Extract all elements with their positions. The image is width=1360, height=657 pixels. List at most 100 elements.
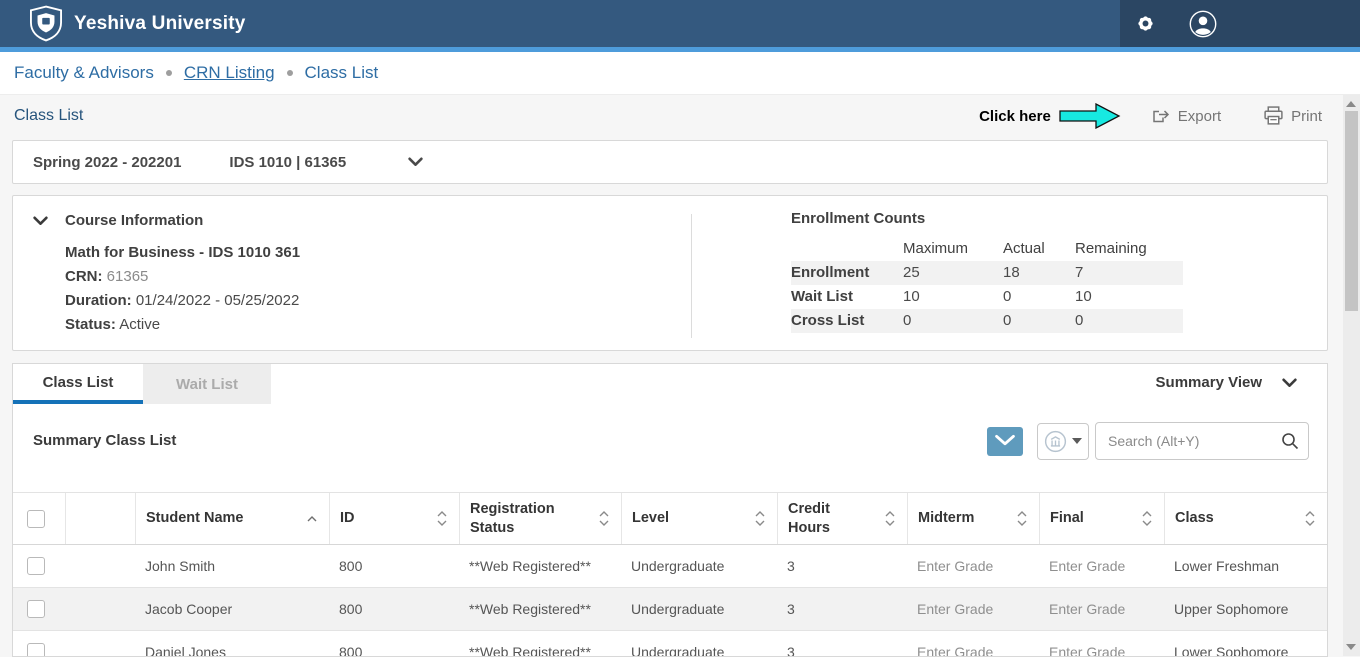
university-shield-logo-icon [30, 5, 62, 42]
row-checkbox[interactable] [27, 643, 45, 657]
column-level[interactable]: Level [621, 493, 777, 544]
settings-gear-icon[interactable] [1130, 9, 1160, 39]
cell-final-enter-grade[interactable]: Enter Grade [1039, 631, 1164, 657]
search-icon[interactable] [1281, 432, 1299, 455]
column-midterm[interactable]: Midterm [907, 493, 1039, 544]
course-information-title: Course Information [65, 212, 203, 229]
summary-view-selector[interactable]: Summary View [1156, 374, 1297, 391]
brand: Yeshiva University [0, 5, 246, 42]
cell-level: Undergraduate [621, 631, 777, 657]
cell-midterm-enter-grade[interactable]: Enter Grade [907, 588, 1039, 630]
waitlist-remaining: 10 [1075, 285, 1183, 309]
sort-icon [1142, 511, 1152, 526]
duration-value: 01/24/2022 - 05/25/2022 [136, 292, 299, 309]
class-list-panel: Class List Wait List Summary View Summar… [12, 363, 1328, 657]
column-student-name[interactable]: Student Name [135, 493, 329, 544]
page-title: Class List [14, 107, 83, 125]
waitlist-actual: 0 [1003, 285, 1075, 309]
scroll-up-icon[interactable] [1346, 101, 1356, 107]
cell-level: Undergraduate [621, 588, 777, 630]
user-profile-icon[interactable] [1188, 9, 1218, 39]
column-registration-status[interactable]: Registration Status [459, 493, 621, 544]
cell-credit-hours: 3 [777, 588, 907, 630]
print-icon [1263, 106, 1284, 126]
cell-registration-status: **Web Registered** [459, 588, 621, 630]
cell-final-enter-grade[interactable]: Enter Grade [1039, 545, 1164, 587]
collapse-chevron-icon[interactable] [33, 216, 48, 226]
sort-icon [1305, 511, 1315, 526]
cell-midterm-enter-grade[interactable]: Enter Grade [907, 545, 1039, 587]
status-value: Active [119, 316, 160, 333]
envelope-icon [993, 434, 1017, 449]
chevron-down-icon [1282, 378, 1297, 388]
search-input[interactable] [1095, 422, 1309, 460]
chevron-down-icon[interactable] [408, 157, 423, 167]
email-button[interactable] [987, 427, 1023, 456]
sort-icon [885, 511, 895, 526]
course-information-panel: Course Information Math for Business - I… [12, 195, 1328, 351]
click-here-annotation: Click here [979, 108, 1051, 125]
column-credit-hours[interactable]: Credit Hours [777, 493, 907, 544]
screen: Yeshiva University [0, 0, 1360, 657]
institution-icon [1044, 430, 1067, 453]
cell-registration-status: **Web Registered** [459, 631, 621, 657]
tab-class-list[interactable]: Class List [13, 364, 143, 404]
breadcrumb-faculty-advisors[interactable]: Faculty & Advisors [14, 63, 154, 83]
select-all-cell [13, 493, 65, 544]
top-navbar: Yeshiva University [0, 0, 1360, 47]
row-waitlist-label: Wait List [791, 285, 903, 309]
cell-class: Lower Sophomore [1164, 631, 1327, 657]
print-label: Print [1291, 108, 1322, 125]
scroll-down-icon[interactable] [1346, 644, 1356, 650]
row-crosslist-label: Cross List [791, 309, 903, 333]
term-value: Spring 2022 - 202201 [33, 154, 181, 171]
cell-midterm-enter-grade[interactable]: Enter Grade [907, 631, 1039, 657]
cell-student-name: Daniel Jones [135, 631, 329, 657]
breadcrumb-crn-listing[interactable]: CRN Listing [184, 63, 275, 83]
export-button[interactable]: Export [1151, 107, 1221, 125]
cell-student-name: John Smith [135, 545, 329, 587]
institution-dropdown-button[interactable] [1037, 423, 1089, 460]
content-area: Class List Click here Export [0, 95, 1360, 656]
col-remaining: Remaining [1075, 237, 1183, 261]
column-class[interactable]: Class [1164, 493, 1327, 544]
enrollment-counts: Enrollment Counts Maximum Actual Remaini… [791, 210, 1183, 333]
cell-id: 800 [329, 545, 459, 587]
summary-class-list-heading: Summary Class List [33, 432, 176, 449]
breadcrumb-separator-icon [166, 70, 172, 76]
caret-down-icon [1072, 438, 1082, 444]
row-checkbox[interactable] [27, 600, 45, 618]
sort-ascending-icon [307, 516, 317, 522]
term-course-selector[interactable]: Spring 2022 - 202201 IDS 1010 | 61365 [12, 140, 1328, 184]
breadcrumb-class-list[interactable]: Class List [305, 63, 379, 83]
scrollbar-thumb[interactable] [1345, 111, 1358, 311]
crosslist-remaining: 0 [1075, 309, 1183, 333]
search-field [1095, 422, 1309, 460]
col-actual: Actual [1003, 237, 1075, 261]
cell-credit-hours: 3 [777, 631, 907, 657]
cell-student-name: Jacob Cooper [135, 588, 329, 630]
select-all-checkbox[interactable] [27, 510, 45, 528]
print-button[interactable]: Print [1263, 106, 1322, 126]
cell-level: Undergraduate [621, 545, 777, 587]
enrollment-counts-title: Enrollment Counts [791, 210, 1183, 227]
enrollment-counts-table: Maximum Actual Remaining Enrollment 25 1… [791, 237, 1183, 333]
column-id[interactable]: ID [329, 493, 459, 544]
tab-wait-list[interactable]: Wait List [143, 364, 271, 404]
row-enrollment-label: Enrollment [791, 261, 903, 285]
sort-icon [1017, 511, 1027, 526]
column-final[interactable]: Final [1039, 493, 1164, 544]
breadcrumb-separator-icon [287, 70, 293, 76]
enrollment-maximum: 25 [903, 261, 1003, 285]
crosslist-actual: 0 [1003, 309, 1075, 333]
table-row: John Smith 800 **Web Registered** Underg… [13, 545, 1327, 588]
crosslist-maximum: 0 [903, 309, 1003, 333]
navbar-right-section [1120, 0, 1360, 47]
row-checkbox[interactable] [27, 557, 45, 575]
vertical-scrollbar[interactable] [1343, 95, 1360, 656]
table-row: Daniel Jones 800 **Web Registered** Unde… [13, 631, 1327, 657]
cell-registration-status: **Web Registered** [459, 545, 621, 587]
cell-id: 800 [329, 631, 459, 657]
annotation-arrow-icon [1059, 103, 1121, 129]
cell-final-enter-grade[interactable]: Enter Grade [1039, 588, 1164, 630]
